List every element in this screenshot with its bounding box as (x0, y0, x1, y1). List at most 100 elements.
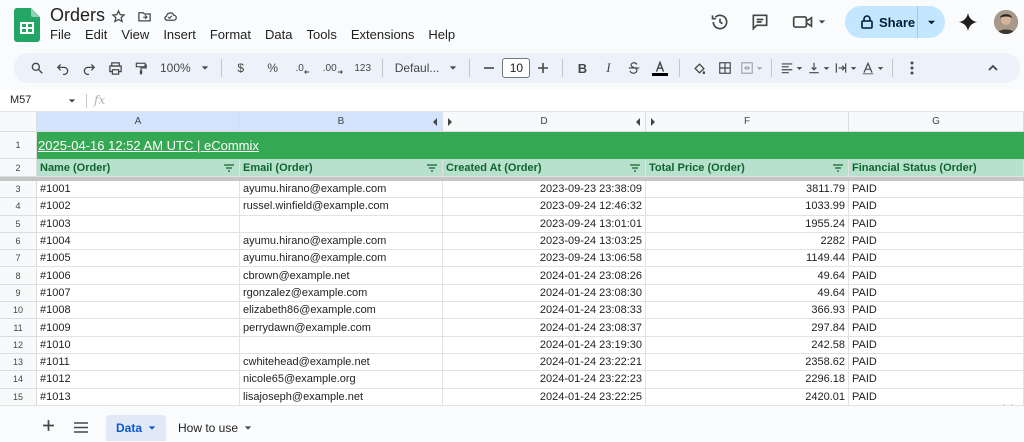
share-button[interactable]: Share (845, 6, 917, 38)
zoom-select[interactable]: 100% (156, 57, 213, 79)
cell-status[interactable]: PAID (849, 371, 1024, 389)
formula-input[interactable] (115, 92, 1015, 110)
cell-created[interactable]: 2024-01-24 23:08:30 (443, 284, 646, 303)
cloud-saved-icon[interactable] (162, 8, 178, 24)
increase-font-size-button[interactable] (532, 57, 554, 79)
row-header[interactable]: 6 (0, 232, 37, 251)
filter-icon[interactable] (224, 164, 234, 172)
cell-created[interactable]: 2024-01-24 23:22:21 (443, 354, 646, 372)
cell-name[interactable]: #1004 (37, 232, 240, 251)
cell-name[interactable]: #1005 (37, 250, 240, 268)
filter-icon[interactable] (833, 164, 843, 172)
horizontal-align-icon[interactable] (780, 57, 803, 79)
share-dropdown[interactable] (917, 6, 945, 38)
comments-icon[interactable] (750, 12, 770, 37)
text-wrapping-icon[interactable] (834, 57, 857, 79)
row-header[interactable]: 7 (0, 250, 37, 268)
cell-total[interactable]: 2282 (646, 232, 849, 251)
print-icon[interactable] (104, 57, 126, 79)
menu-data[interactable]: Data (265, 27, 300, 42)
redo-icon[interactable] (78, 57, 100, 79)
cell-email[interactable]: nicole65@example.org (240, 371, 443, 389)
cell-status[interactable]: PAID (849, 319, 1024, 337)
text-color-icon[interactable] (649, 57, 671, 79)
cell-total[interactable]: 1033.99 (646, 198, 849, 216)
avatar[interactable] (994, 10, 1018, 34)
cell-email[interactable]: russel.winfield@example.com (240, 198, 443, 216)
cell-name[interactable]: #1011 (37, 354, 240, 372)
cell-created[interactable]: 2024-01-24 23:22:25 (443, 388, 646, 405)
cell-status[interactable]: PAID (849, 198, 1024, 216)
sheet-tab-how-to-use[interactable]: How to use (168, 415, 262, 441)
fill-color-icon[interactable] (688, 57, 710, 79)
cell-total[interactable]: 3811.79 (646, 181, 849, 199)
menu-format[interactable]: Format (210, 27, 259, 42)
cell-email[interactable]: cwhitehead@example.net (240, 354, 443, 372)
cell-status[interactable]: PAID (849, 284, 1024, 303)
header-cell-status[interactable]: Financial Status (Order) (849, 159, 1024, 177)
cell-created[interactable]: 2024-01-24 23:22:23 (443, 371, 646, 389)
cell-status[interactable]: PAID (849, 354, 1024, 372)
menu-extensions[interactable]: Extensions (351, 27, 423, 42)
cell-name[interactable]: #1008 (37, 302, 240, 320)
row-header[interactable]: 14 (0, 371, 37, 389)
filter-icon[interactable] (427, 164, 437, 172)
cell-status[interactable]: PAID (849, 250, 1024, 268)
cell-name[interactable]: #1007 (37, 284, 240, 303)
cell-total[interactable]: 2296.18 (646, 371, 849, 389)
cell-total[interactable]: 366.93 (646, 302, 849, 320)
column-header-a[interactable]: A (37, 112, 240, 132)
cell-created[interactable]: 2024-01-24 23:08:26 (443, 267, 646, 285)
cell-email[interactable]: rgonzalez@example.com (240, 284, 443, 303)
header-cell-total[interactable]: Total Price (Order) (646, 159, 849, 177)
all-sheets-icon[interactable] (74, 420, 88, 438)
cell-status[interactable]: PAID (849, 302, 1024, 320)
row-header[interactable]: 1 (0, 132, 37, 159)
banner-link[interactable]: 2025-04-16 12:52 AM UTC | eCommix (38, 138, 259, 153)
cell-email[interactable]: elizabeth86@example.com (240, 302, 443, 320)
cell-created[interactable]: 2023-09-24 13:03:25 (443, 232, 646, 251)
font-size-input[interactable]: 10 (502, 58, 531, 78)
cell-status[interactable]: PAID (849, 336, 1024, 354)
row-header[interactable]: 12 (0, 336, 37, 354)
column-header-f[interactable]: F (646, 112, 849, 132)
row-header[interactable]: 15 (0, 388, 37, 405)
version-history-icon[interactable] (710, 12, 730, 37)
cell-name[interactable]: #1003 (37, 215, 240, 233)
cell-name[interactable]: #1012 (37, 371, 240, 389)
move-folder-icon[interactable] (136, 8, 152, 24)
increase-decimal-button[interactable]: .00 (322, 57, 344, 79)
cell-email[interactable]: ayumu.hirano@example.com (240, 250, 443, 268)
select-all-corner[interactable] (0, 112, 37, 132)
undo-icon[interactable] (52, 57, 74, 79)
hidden-columns-left-icon[interactable] (432, 118, 438, 126)
strikethrough-icon[interactable] (623, 57, 645, 79)
paint-format-icon[interactable] (130, 57, 152, 79)
sheets-logo-icon[interactable] (14, 8, 40, 42)
menu-view[interactable]: View (121, 27, 157, 42)
menu-insert[interactable]: Insert (163, 27, 204, 42)
cell-total[interactable]: 1149.44 (646, 250, 849, 268)
cell-created[interactable]: 2023-09-24 12:46:32 (443, 198, 646, 216)
row-header[interactable]: 3 (0, 181, 37, 199)
cell-name[interactable]: #1013 (37, 388, 240, 405)
cell-name[interactable]: #1010 (37, 336, 240, 354)
cell-total[interactable]: 242.58 (646, 336, 849, 354)
star-icon[interactable] (110, 8, 126, 24)
vertical-align-icon[interactable] (807, 57, 830, 79)
row-header[interactable]: 4 (0, 198, 37, 216)
cell-email[interactable] (240, 336, 443, 354)
cell-created[interactable]: 2024-01-24 23:08:37 (443, 319, 646, 337)
cell-created[interactable]: 2024-01-24 23:19:30 (443, 336, 646, 354)
cell-total[interactable]: 2420.01 (646, 388, 849, 405)
header-cell-email[interactable]: Email (Order) (240, 159, 443, 177)
font-family-select[interactable]: Defaul... (391, 57, 462, 79)
cell-total[interactable]: 49.64 (646, 267, 849, 285)
more-options-icon[interactable] (901, 57, 923, 79)
row-header[interactable]: 11 (0, 319, 37, 337)
cell-created[interactable]: 2023-09-24 13:06:58 (443, 250, 646, 268)
cell-status[interactable]: PAID (849, 181, 1024, 199)
borders-icon[interactable] (714, 57, 736, 79)
cell-email[interactable]: ayumu.hirano@example.com (240, 181, 443, 199)
currency-format-button[interactable]: $ (230, 57, 252, 79)
